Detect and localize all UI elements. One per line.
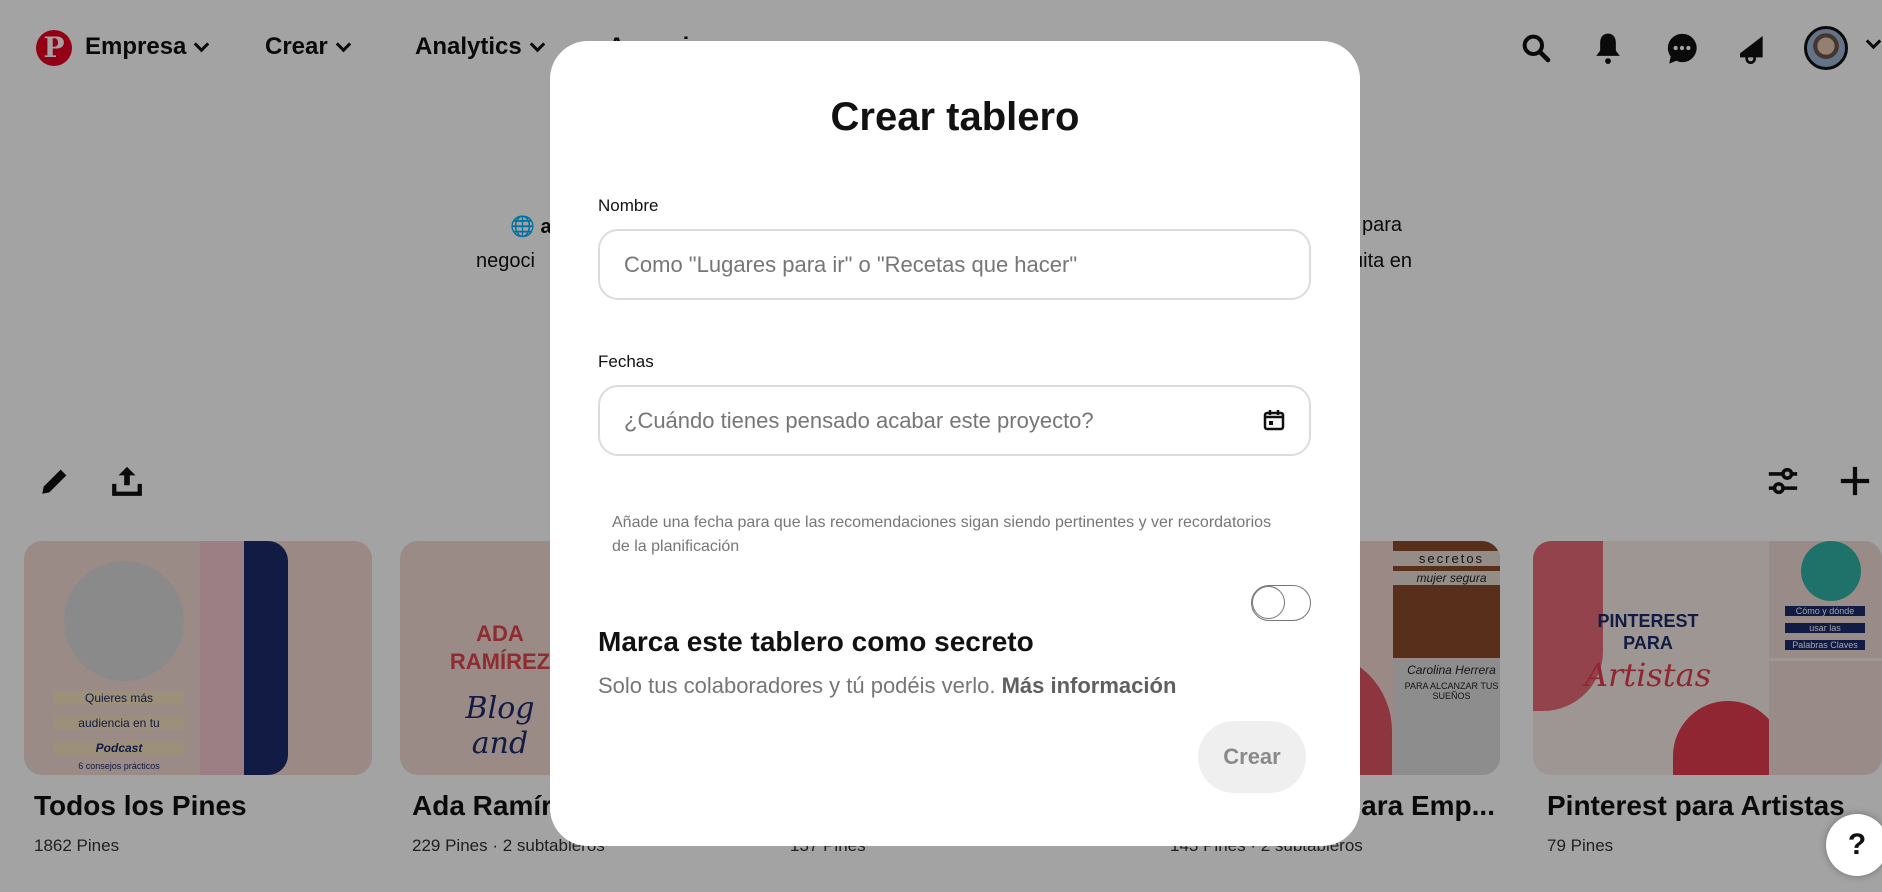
calendar-icon[interactable] [1262,408,1286,432]
secret-title: Marca este tablero como secreto [598,626,1034,657]
help-button[interactable]: ? [1826,814,1882,876]
dialog-title: Crear tablero [830,95,1080,139]
toggle-knob [1252,586,1285,619]
secret-desc-text: Solo tus colaboradores y tú podéis verlo… [598,673,996,698]
name-label: Nombre [598,196,659,215]
dates-help-text: Añade una fecha para que las recomendaci… [612,514,1272,555]
create-button[interactable]: Crear [1198,721,1306,793]
secret-description: Solo tus colaboradores y tú podéis verlo… [598,673,1176,699]
dates-label: Fechas [598,352,654,371]
secret-toggle[interactable] [1251,585,1311,621]
board-dates-input[interactable] [598,385,1311,456]
more-info-link[interactable]: Más información [1002,673,1177,698]
board-name-input[interactable] [598,229,1311,300]
create-board-dialog: Crear tablero Nombre Fechas Añade una fe… [550,41,1360,846]
